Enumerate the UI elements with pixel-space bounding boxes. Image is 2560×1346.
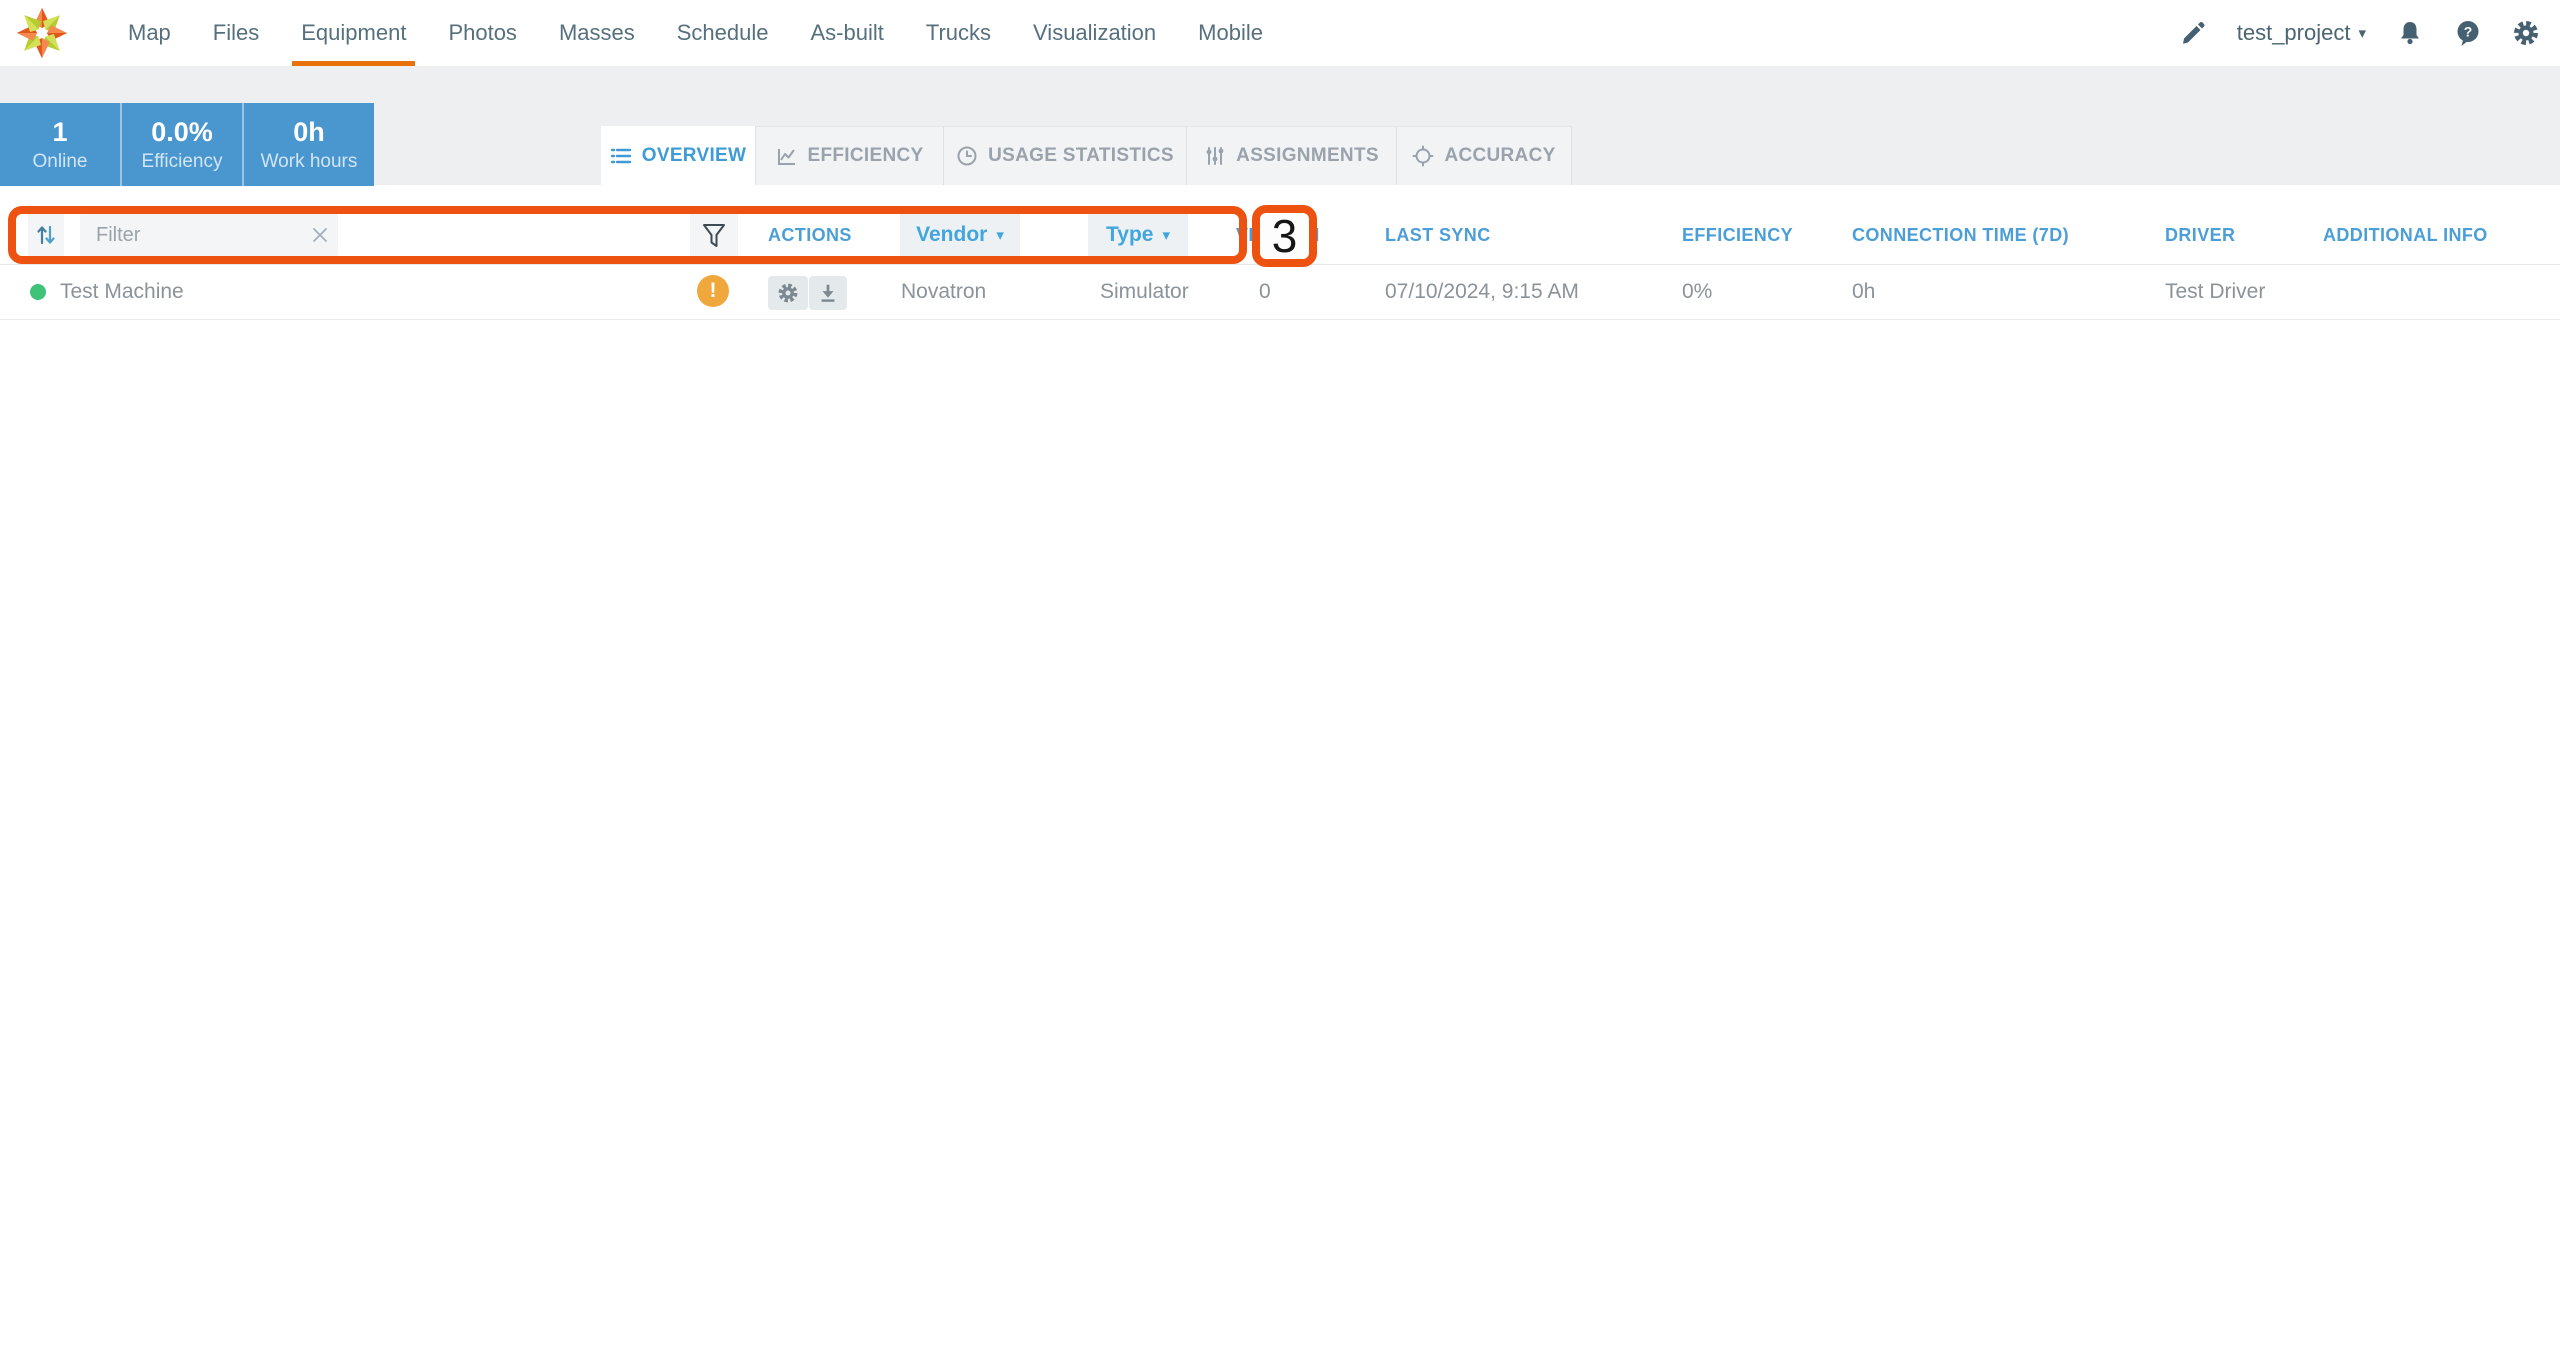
app-logo-icon[interactable]	[14, 5, 70, 61]
clear-filter-icon[interactable]	[306, 223, 334, 247]
stats-summary: 1 Online 0.0% Efficiency 0h Work hours	[0, 103, 374, 186]
tab-accuracy[interactable]: ACCURACY	[1396, 126, 1572, 185]
tab-overview-label: OVERVIEW	[641, 144, 747, 166]
settings-gear-icon[interactable]	[2512, 19, 2540, 47]
equipment-tabs: OVERVIEW EFFICIENCY USAGE STATISTICS ASS…	[601, 126, 1572, 185]
project-selector[interactable]: test_project ▾	[2237, 20, 2366, 46]
nav-item-masses[interactable]: Masses	[559, 0, 635, 66]
chevron-down-icon: ▾	[2358, 24, 2366, 42]
column-header-actions: ACTIONS	[768, 225, 852, 245]
gear-icon	[778, 283, 798, 303]
tab-assignments[interactable]: ASSIGNMENTS	[1186, 126, 1396, 185]
online-status-dot	[30, 284, 46, 300]
cell-driver: Test Driver	[2165, 280, 2266, 303]
column-header-connection-time: CONNECTION TIME (7D)	[1852, 225, 2069, 245]
filter-field-wrap	[80, 211, 338, 259]
cell-type: Simulator	[1100, 280, 1189, 303]
help-icon[interactable]: ?	[2454, 19, 2482, 47]
target-icon	[1412, 145, 1434, 167]
svg-text:?: ?	[2464, 24, 2473, 40]
nav-item-as-built[interactable]: As-built	[810, 0, 883, 66]
stat-work-hours: 0h Work hours	[244, 103, 374, 186]
chevron-down-icon: ▾	[1162, 226, 1170, 244]
machine-name: Test Machine	[60, 280, 184, 303]
sliders-icon	[1206, 147, 1224, 165]
nav-item-visualization[interactable]: Visualization	[1033, 0, 1156, 66]
top-bar: Map Files Equipment Photos Masses Schedu…	[0, 0, 2560, 66]
clock-icon	[957, 146, 977, 166]
column-header-version: VERSION	[1236, 225, 1320, 245]
column-header-efficiency: EFFICIENCY	[1682, 225, 1794, 245]
top-right-controls: test_project ▾ ?	[2179, 0, 2540, 66]
download-icon	[821, 284, 835, 302]
tab-usage-statistics-label: USAGE STATISTICS	[988, 145, 1174, 166]
cell-last-sync: 07/10/2024, 9:15 AM	[1385, 280, 1579, 303]
header-divider	[0, 264, 2560, 265]
cell-efficiency: 0%	[1682, 280, 1713, 303]
column-header-last-sync: LAST SYNC	[1385, 225, 1491, 245]
nav-item-schedule[interactable]: Schedule	[677, 0, 769, 66]
warning-badge-glyph: !	[709, 279, 717, 302]
tab-efficiency-label: EFFICIENCY	[807, 145, 924, 166]
nav-item-mobile[interactable]: Mobile	[1198, 0, 1263, 66]
cell-connection-time: 0h	[1852, 280, 1876, 303]
tab-overview[interactable]: OVERVIEW	[601, 126, 755, 185]
sort-button[interactable]	[28, 211, 64, 259]
nav-item-photos[interactable]: Photos	[448, 0, 517, 66]
stat-efficiency-label: Efficiency	[141, 151, 223, 173]
chevron-down-icon: ▾	[996, 226, 1004, 244]
type-filter-dropdown[interactable]: Type ▾	[1088, 211, 1188, 259]
stat-efficiency-value: 0.0%	[151, 116, 213, 147]
stat-online-label: Online	[32, 151, 88, 173]
equipment-page: Map Files Equipment Photos Masses Schedu…	[0, 0, 2560, 1346]
stat-online: 1 Online	[0, 103, 122, 186]
stat-work-hours-value: 0h	[293, 116, 325, 147]
nav-item-map[interactable]: Map	[128, 0, 171, 66]
stat-efficiency: 0.0% Efficiency	[122, 103, 244, 186]
vendor-filter-label: Vendor	[916, 223, 988, 246]
machine-settings-button[interactable]	[768, 276, 808, 310]
tab-efficiency[interactable]: EFFICIENCY	[755, 126, 943, 185]
notifications-bell-icon[interactable]	[2396, 19, 2424, 47]
funnel-icon	[703, 224, 725, 247]
row-divider	[0, 319, 2560, 320]
cell-version: 0	[1259, 280, 1271, 303]
cell-vendor: Novatron	[901, 280, 987, 303]
stat-online-value: 1	[52, 116, 68, 147]
nav-item-files[interactable]: Files	[213, 0, 259, 66]
column-header-additional-info: ADDITIONAL INFO	[2323, 225, 2488, 245]
filter-funnel-button[interactable]	[690, 211, 738, 259]
filter-input[interactable]	[80, 211, 338, 259]
main-nav: Map Files Equipment Photos Masses Schedu…	[128, 0, 1263, 66]
sort-arrows-icon	[37, 225, 55, 245]
nav-item-equipment[interactable]: Equipment	[292, 0, 416, 66]
stat-work-hours-label: Work hours	[260, 151, 358, 173]
nav-item-trucks[interactable]: Trucks	[926, 0, 991, 66]
type-filter-label: Type	[1106, 223, 1154, 246]
machine-download-button[interactable]	[809, 276, 847, 310]
list-icon	[610, 148, 631, 163]
tab-usage-statistics[interactable]: USAGE STATISTICS	[943, 126, 1186, 185]
vendor-filter-dropdown[interactable]: Vendor ▾	[900, 211, 1020, 259]
warning-badge[interactable]: !	[697, 275, 729, 307]
column-header-driver: DRIVER	[2165, 225, 2236, 245]
project-name: test_project	[2236, 20, 2351, 45]
tab-accuracy-label: ACCURACY	[1444, 145, 1556, 166]
tab-assignments-label: ASSIGNMENTS	[1236, 145, 1379, 166]
line-chart-icon	[777, 149, 795, 165]
edit-pencil-icon[interactable]	[2179, 19, 2207, 47]
